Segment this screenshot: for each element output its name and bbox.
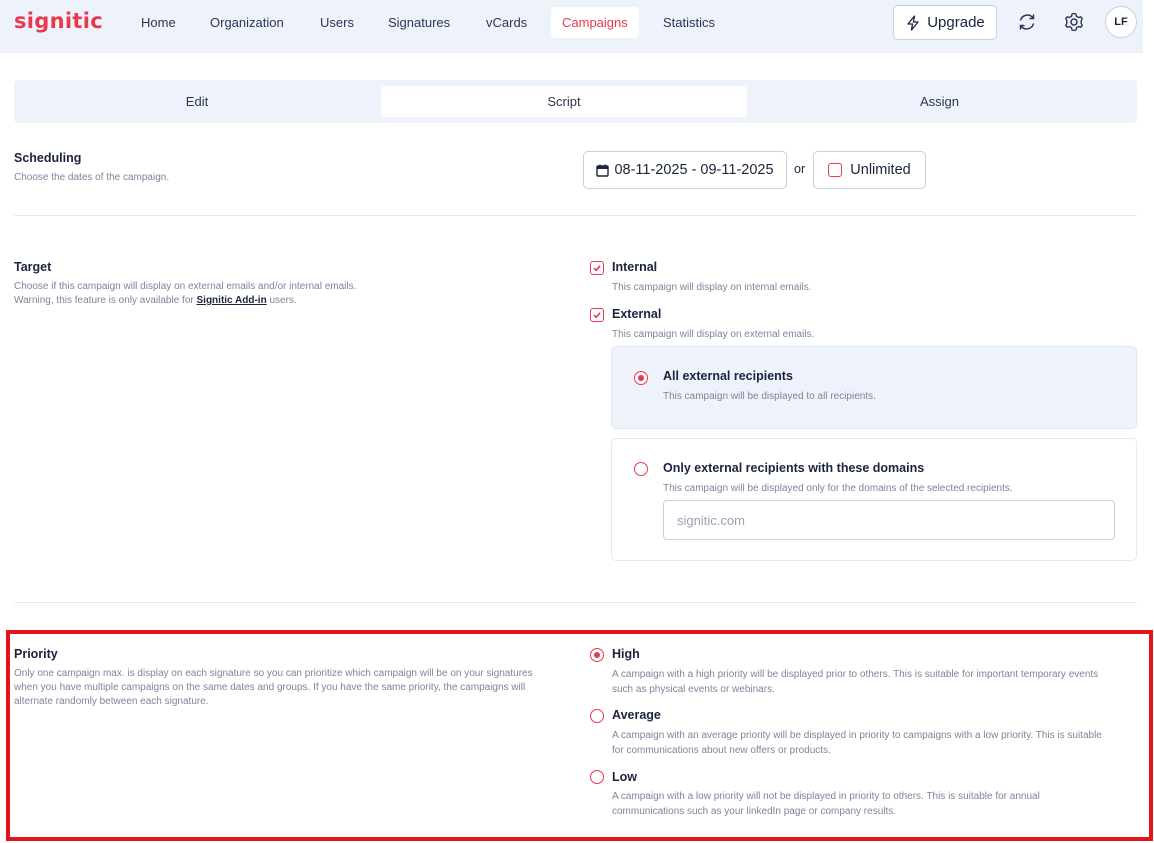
target-description: Choose if this campaign will display on … bbox=[14, 280, 356, 308]
campaign-tabs: Edit Script Assign bbox=[14, 80, 1137, 123]
priority-highlight-box bbox=[6, 630, 1153, 841]
upgrade-button[interactable]: Upgrade bbox=[893, 5, 997, 40]
all-recipients-description: This campaign will be displayed to all r… bbox=[663, 391, 876, 402]
nav-organization[interactable]: Organization bbox=[199, 7, 295, 38]
scheduling-title: Scheduling bbox=[14, 151, 82, 165]
tab-assign[interactable]: Assign bbox=[748, 86, 1131, 117]
external-description: This campaign will display on external e… bbox=[612, 329, 815, 340]
tab-edit[interactable]: Edit bbox=[14, 86, 380, 117]
target-description-line1: Choose if this campaign will display on … bbox=[14, 281, 357, 292]
target-warning-text: Warning, this feature is only available … bbox=[14, 295, 197, 306]
nav-vcards[interactable]: vCards bbox=[475, 7, 538, 38]
domain-recipients-radio[interactable] bbox=[634, 462, 648, 476]
target-title: Target bbox=[14, 260, 52, 274]
internal-description: This campaign will display on internal e… bbox=[612, 282, 812, 293]
refresh-icon[interactable] bbox=[1016, 11, 1038, 33]
unlimited-toggle[interactable]: Unlimited bbox=[813, 151, 926, 189]
signitic-addin-link[interactable]: Signitic Add-in bbox=[197, 295, 267, 306]
gear-icon[interactable] bbox=[1063, 11, 1085, 33]
target-description-line2: Warning, this feature is only available … bbox=[14, 294, 356, 308]
calendar-icon bbox=[596, 164, 610, 177]
domain-recipients-description: This campaign will be displayed only for… bbox=[663, 483, 1013, 494]
internal-checkbox[interactable] bbox=[590, 261, 604, 275]
radio-dot bbox=[638, 375, 644, 381]
date-range-picker[interactable]: 08-11-2025 - 09-11-2025 bbox=[583, 151, 787, 189]
unlimited-checkbox[interactable] bbox=[828, 163, 843, 177]
external-label[interactable]: External bbox=[612, 307, 661, 321]
external-checkbox[interactable] bbox=[590, 308, 604, 322]
date-range-value: 08-11-2025 - 09-11-2025 bbox=[614, 162, 774, 178]
nav-signatures[interactable]: Signatures bbox=[377, 7, 461, 38]
avatar[interactable]: LF bbox=[1105, 6, 1137, 38]
domain-recipients-label[interactable]: Only external recipients with these doma… bbox=[663, 461, 924, 475]
nav-users[interactable]: Users bbox=[309, 7, 365, 38]
domain-input[interactable] bbox=[663, 500, 1115, 540]
or-text: or bbox=[794, 162, 806, 176]
top-navbar: signitic Home Organization Users Signatu… bbox=[0, 0, 1143, 53]
internal-label[interactable]: Internal bbox=[612, 260, 657, 274]
nav-home[interactable]: Home bbox=[130, 7, 187, 38]
divider bbox=[14, 215, 1137, 216]
all-recipients-option[interactable] bbox=[611, 346, 1137, 429]
nav-statistics[interactable]: Statistics bbox=[652, 7, 726, 38]
nav-campaigns[interactable]: Campaigns bbox=[551, 7, 639, 38]
scheduling-description: Choose the dates of the campaign. bbox=[14, 172, 170, 183]
all-recipients-radio[interactable] bbox=[634, 371, 648, 385]
divider bbox=[14, 602, 1137, 603]
upgrade-label: Upgrade bbox=[927, 14, 985, 31]
tab-script[interactable]: Script bbox=[381, 86, 747, 117]
lightning-icon bbox=[907, 14, 919, 31]
target-warning-suffix: users. bbox=[266, 295, 297, 306]
all-recipients-label[interactable]: All external recipients bbox=[663, 369, 793, 383]
unlimited-label: Unlimited bbox=[850, 162, 911, 178]
check-icon bbox=[593, 312, 601, 319]
check-icon bbox=[593, 265, 601, 272]
signitic-logo[interactable]: signitic bbox=[14, 9, 103, 33]
